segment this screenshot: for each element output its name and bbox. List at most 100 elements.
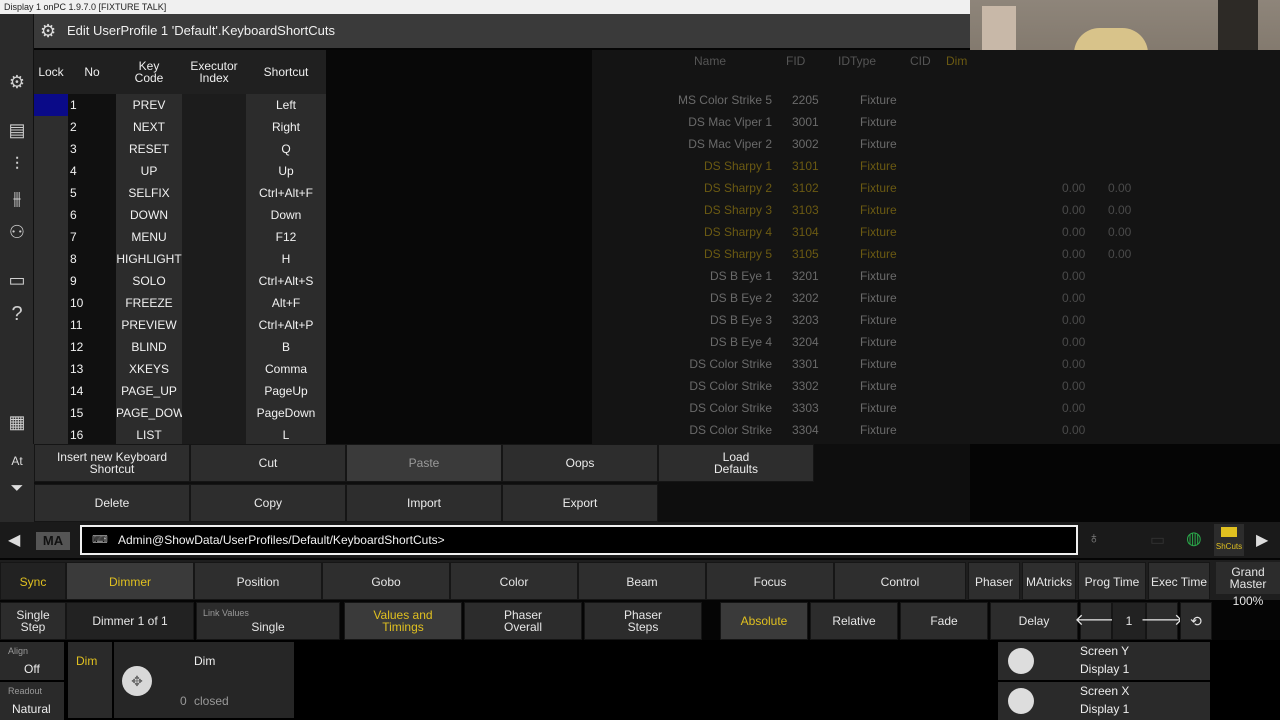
key-code-cell[interactable]: SOLO bbox=[116, 270, 182, 292]
executor-index-cell[interactable] bbox=[182, 226, 246, 248]
executor-index-cell[interactable] bbox=[182, 314, 246, 336]
executor-index-cell[interactable] bbox=[182, 358, 246, 380]
fixture-row[interactable]: MS Color Strike 5 2205 Fixture bbox=[592, 89, 1280, 111]
phaser-overall-button[interactable]: Phaser Overall bbox=[464, 602, 582, 640]
table-row[interactable]: 9 SOLO Ctrl+Alt+S bbox=[34, 270, 326, 292]
shortcut-cell[interactable]: PageUp bbox=[246, 380, 326, 402]
copy-button[interactable]: Copy bbox=[190, 484, 346, 522]
key-code-cell[interactable]: FREEZE bbox=[116, 292, 182, 314]
matricks-button[interactable]: MAtricks bbox=[1022, 562, 1076, 600]
preset-gobo[interactable]: Gobo bbox=[322, 562, 450, 600]
network-icon[interactable]: ♁ bbox=[1088, 530, 1100, 548]
key-code-cell[interactable]: PAGE_DOWI bbox=[116, 402, 182, 424]
insert-shortcut-button[interactable]: Insert new Keyboard Shortcut bbox=[34, 444, 190, 482]
shortcut-cell[interactable]: Ctrl+Alt+F bbox=[246, 182, 326, 204]
fixture-row[interactable]: DS Sharpy 5 3105 Fixture 0.00 0.00 bbox=[592, 243, 1280, 265]
table-row[interactable]: 1 PREV Left bbox=[34, 94, 326, 116]
shortcut-cell[interactable]: B bbox=[246, 336, 326, 358]
book-icon[interactable]: ▤ bbox=[0, 118, 34, 142]
shortcut-cell[interactable]: Down bbox=[246, 204, 326, 226]
reset-icon[interactable]: ⟲ bbox=[1180, 602, 1212, 640]
shortcut-cell[interactable]: PageDown bbox=[246, 402, 326, 424]
lock-cell[interactable] bbox=[34, 336, 68, 358]
preset-control[interactable]: Control bbox=[834, 562, 966, 600]
lock-cell[interactable] bbox=[34, 182, 68, 204]
executor-index-cell[interactable] bbox=[182, 292, 246, 314]
executor-index-cell[interactable] bbox=[182, 116, 246, 138]
table-row[interactable]: 14 PAGE_UP PageUp bbox=[34, 380, 326, 402]
col-header-shortcut[interactable]: Shortcut bbox=[246, 50, 326, 94]
key-code-cell[interactable]: SELFIX bbox=[116, 182, 182, 204]
lock-cell[interactable] bbox=[34, 292, 68, 314]
col-header-lock[interactable]: Lock bbox=[34, 50, 68, 94]
grid-icon[interactable]: ▦ bbox=[0, 410, 34, 434]
faders-icon[interactable]: ⫶ bbox=[0, 152, 34, 176]
settings-icon[interactable]: ⚙ bbox=[0, 70, 34, 94]
shortcut-cell[interactable]: Right bbox=[246, 116, 326, 138]
encoder-knob-icon[interactable]: ✥ bbox=[122, 666, 152, 696]
fixture-row[interactable]: DS B Eye 4 3204 Fixture 0.00 bbox=[592, 331, 1280, 353]
load-defaults-button[interactable]: Load Defaults bbox=[658, 444, 814, 482]
table-row[interactable]: 16 LIST L bbox=[34, 424, 326, 446]
key-code-cell[interactable]: PAGE_UP bbox=[116, 380, 182, 402]
executor-index-cell[interactable] bbox=[182, 402, 246, 424]
table-row[interactable]: 13 XKEYS Comma bbox=[34, 358, 326, 380]
export-button[interactable]: Export bbox=[502, 484, 658, 522]
shortcut-cell[interactable]: L bbox=[246, 424, 326, 446]
import-button[interactable]: Import bbox=[346, 484, 502, 522]
executor-index-cell[interactable] bbox=[182, 270, 246, 292]
fixture-row[interactable]: DS Sharpy 2 3102 Fixture 0.00 0.00 bbox=[592, 177, 1280, 199]
fade-button[interactable]: Fade bbox=[900, 602, 988, 640]
lock-cell[interactable] bbox=[34, 204, 68, 226]
fixture-row[interactable]: DS Color Strike 3301 Fixture 0.00 bbox=[592, 353, 1280, 375]
fixture-row[interactable]: DS Color Strike 3304 Fixture 0.00 bbox=[592, 419, 1280, 441]
lock-cell[interactable] bbox=[34, 424, 68, 446]
lock-cell[interactable] bbox=[34, 270, 68, 292]
executor-index-cell[interactable] bbox=[182, 160, 246, 182]
delay-button[interactable]: Delay bbox=[990, 602, 1078, 640]
dim-tab[interactable]: Dim bbox=[68, 642, 112, 718]
lock-cell[interactable] bbox=[34, 358, 68, 380]
table-row[interactable]: 2 NEXT Right bbox=[34, 116, 326, 138]
fixture-row[interactable]: DS Mac Viper 2 3002 Fixture bbox=[592, 133, 1280, 155]
lock-cell[interactable] bbox=[34, 94, 68, 116]
preset-beam[interactable]: Beam bbox=[578, 562, 706, 600]
executor-index-cell[interactable] bbox=[182, 94, 246, 116]
key-code-cell[interactable]: DOWN bbox=[116, 204, 182, 226]
monitor-icon[interactable]: ▭ bbox=[0, 268, 34, 292]
col-header-key-code[interactable]: Key Code bbox=[116, 50, 182, 94]
user-icon[interactable]: ⚇ bbox=[0, 220, 34, 244]
fixture-row[interactable]: DS B Eye 2 3202 Fixture 0.00 bbox=[592, 287, 1280, 309]
key-code-cell[interactable]: PREV bbox=[116, 94, 182, 116]
executor-index-cell[interactable] bbox=[182, 424, 246, 446]
key-code-cell[interactable]: HIGHLIGHT bbox=[116, 248, 182, 270]
lock-cell[interactable] bbox=[34, 138, 68, 160]
table-row[interactable]: 5 SELFIX Ctrl+Alt+F bbox=[34, 182, 326, 204]
lock-cell[interactable] bbox=[34, 380, 68, 402]
key-code-cell[interactable]: RESET bbox=[116, 138, 182, 160]
grand-master-label[interactable]: Grand Master bbox=[1216, 562, 1280, 594]
key-code-cell[interactable]: XKEYS bbox=[116, 358, 182, 380]
oops-button[interactable]: Oops bbox=[502, 444, 658, 482]
single-step-button[interactable]: Single Step bbox=[0, 602, 66, 640]
shortcut-cell[interactable]: H bbox=[246, 248, 326, 270]
absolute-button[interactable]: Absolute bbox=[720, 602, 808, 640]
values-timings-button[interactable]: Values and Timings bbox=[344, 602, 462, 640]
table-row[interactable]: 15 PAGE_DOWI PageDown bbox=[34, 402, 326, 424]
dim-encoder[interactable]: Dim ✥ 0 closed bbox=[114, 642, 294, 718]
table-row[interactable]: 3 RESET Q bbox=[34, 138, 326, 160]
lock-cell[interactable] bbox=[34, 116, 68, 138]
back-arrow-icon[interactable]: ◀ bbox=[8, 530, 20, 550]
key-code-cell[interactable]: BLIND bbox=[116, 336, 182, 358]
help-icon[interactable]: ? bbox=[0, 302, 34, 326]
lock-cell[interactable] bbox=[34, 160, 68, 182]
align-control[interactable]: Align Off bbox=[0, 642, 64, 680]
fixture-row[interactable]: DS Mac Viper 1 3001 Fixture bbox=[592, 111, 1280, 133]
forward-arrow-icon[interactable]: ▶ bbox=[1256, 530, 1268, 550]
shortcut-cell[interactable]: Left bbox=[246, 94, 326, 116]
key-code-cell[interactable]: LIST bbox=[116, 424, 182, 446]
sliders-icon[interactable]: ⫵ bbox=[0, 186, 34, 210]
cut-button[interactable]: Cut bbox=[190, 444, 346, 482]
preset-position[interactable]: Position bbox=[194, 562, 322, 600]
table-row[interactable]: 7 MENU F12 bbox=[34, 226, 326, 248]
